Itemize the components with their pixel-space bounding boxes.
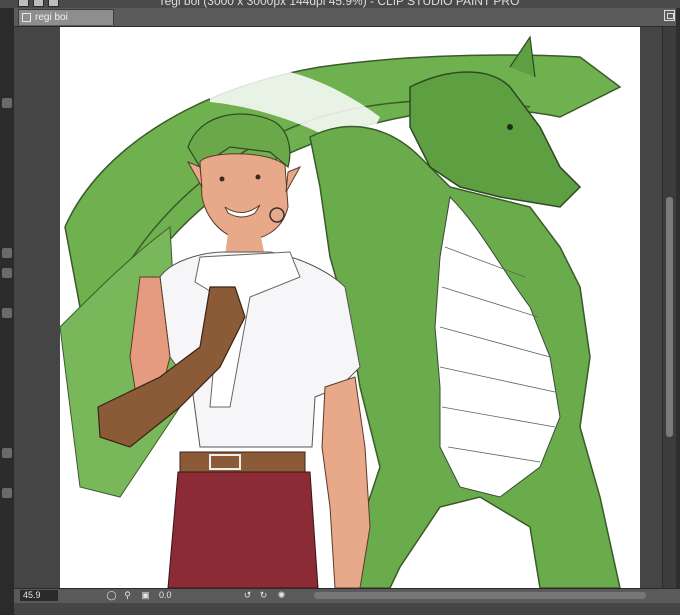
dragon-eye [507,124,513,130]
rotate-left-icon[interactable]: ↺ [242,590,253,601]
status-bar: 45.9 ◯ ⚲ ▣ 0.0 ↺ ↻ ✺ [14,588,680,603]
panel-grip-icon[interactable] [2,448,12,458]
zoom-in-icon[interactable]: ⚲ [122,590,133,601]
right-edge [676,8,680,615]
window-title: regi boi (3000 x 3000px 144dpi 45.9%) - … [160,0,520,8]
boy-eye-left [219,176,225,182]
boy-pants [167,471,319,588]
scroll-thumb[interactable] [666,197,673,437]
close-tab-icon[interactable] [22,13,31,22]
rotate-right-icon[interactable]: ↻ [258,590,269,601]
panel-grip-icon[interactable] [2,248,12,258]
boy-face [199,153,289,241]
left-tool-rail [0,8,14,615]
tab-label: regi boi [35,12,68,23]
panel-grip-icon[interactable] [2,488,12,498]
title-bar: regi boi (3000 x 3000px 144dpi 45.9%) - … [0,0,680,8]
horizontal-scrollbar[interactable] [314,592,646,599]
reset-rotation-icon[interactable]: ✺ [276,590,287,601]
zoom-out-icon[interactable]: ◯ [106,590,117,601]
panel-grip-icon[interactable] [2,268,12,278]
artwork [60,35,622,588]
tab-regi-boi[interactable]: regi boi [18,9,114,25]
boy-eye-right [255,174,261,180]
restore-window-icon[interactable] [664,10,675,21]
rotation-angle[interactable]: 0.0 [159,590,172,601]
boy-belt [179,451,306,473]
drawing-canvas[interactable] [60,27,640,588]
boy-ear-right [285,165,302,193]
panel-grip-icon[interactable] [2,308,12,318]
vertical-scrollbar[interactable] [662,27,677,588]
panel-grip-icon[interactable] [2,98,12,108]
boy-arm-right [321,376,371,588]
bottom-strip [14,603,680,615]
fit-canvas-icon[interactable]: ▣ [140,590,151,601]
zoom-field[interactable]: 45.9 [20,590,58,601]
canvas-tab-bar: regi boi [14,8,680,27]
